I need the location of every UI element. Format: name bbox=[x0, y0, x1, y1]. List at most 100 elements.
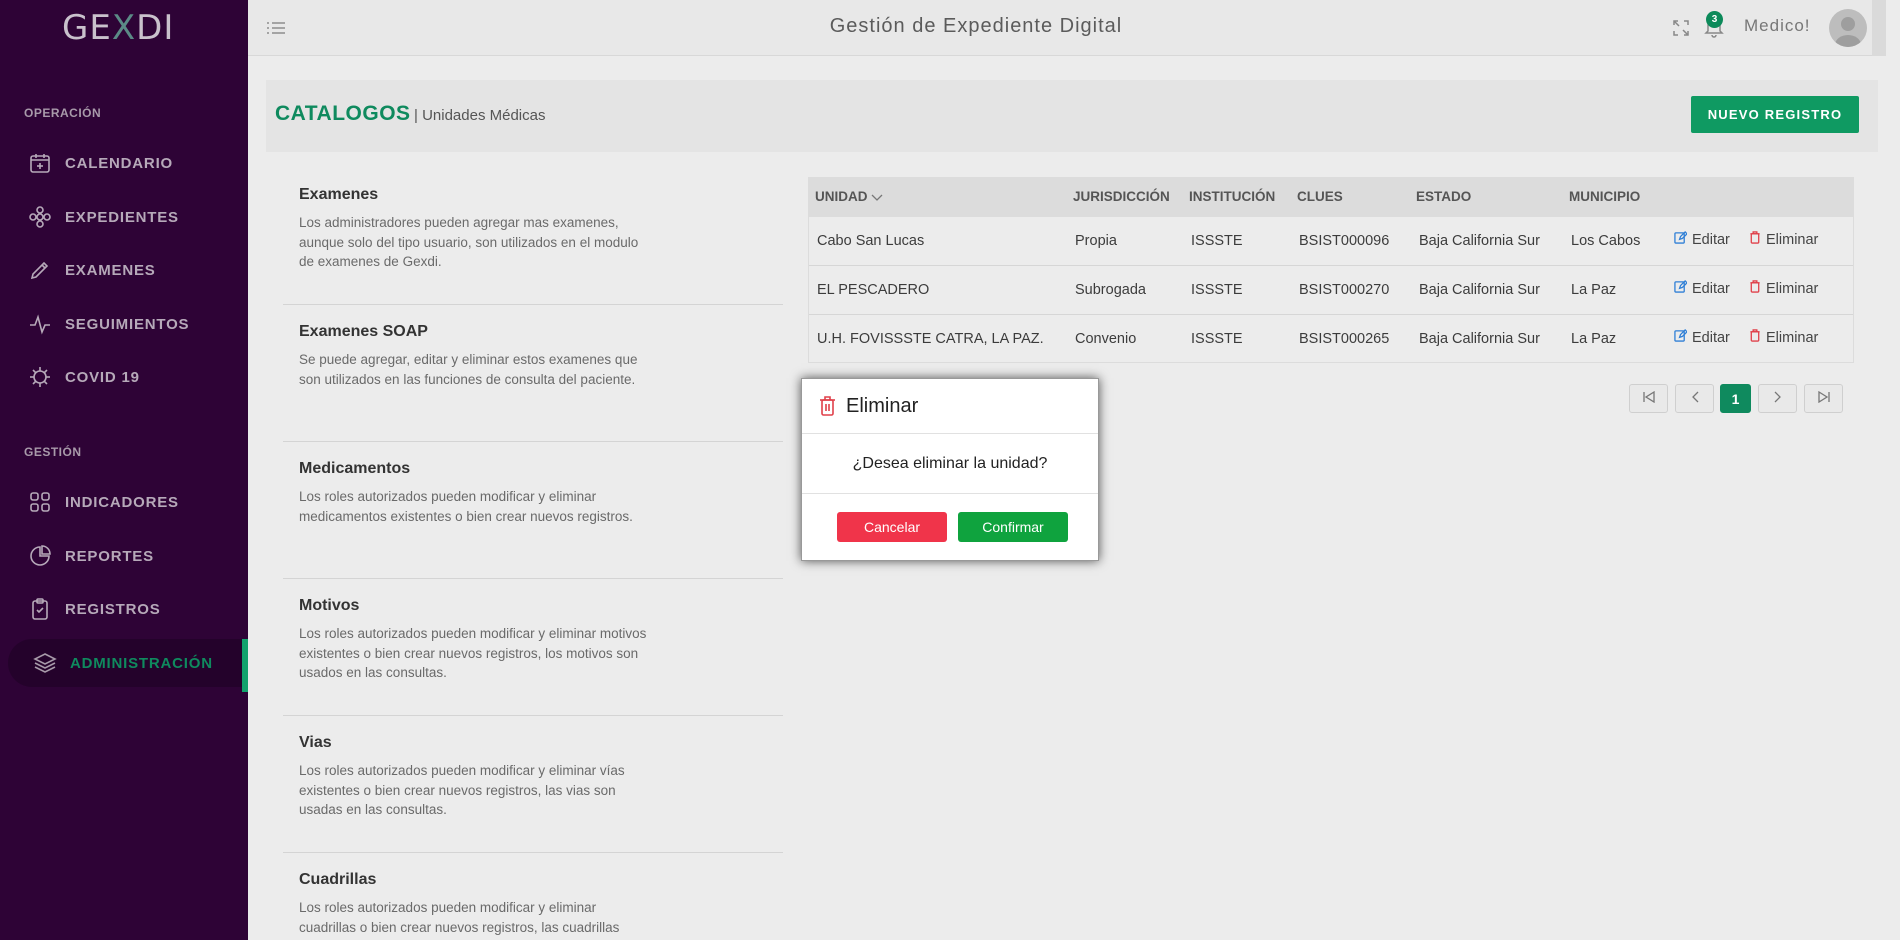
layers-icon bbox=[32, 650, 58, 676]
sidebar-item-calendario[interactable]: CALENDARIO bbox=[0, 139, 248, 187]
avatar[interactable] bbox=[1829, 9, 1867, 47]
top-bar: Gestión de Expediente Digital 3 Medico! bbox=[248, 0, 1886, 56]
confirm-button[interactable]: Confirmar bbox=[958, 512, 1068, 542]
catalog-item-description: Se puede agregar, editar y eliminar esto… bbox=[299, 352, 638, 387]
page-number-button[interactable]: 1 bbox=[1720, 384, 1751, 413]
catalog-item-medicamentos[interactable]: Medicamentos Los roles autorizados puede… bbox=[283, 460, 783, 579]
cell-estado: Baja California Sur bbox=[1419, 331, 1540, 347]
trash-icon bbox=[819, 396, 836, 421]
fullscreen-icon[interactable] bbox=[1672, 19, 1690, 42]
sidebar-item-administracion[interactable]: ADMINISTRACIÓN bbox=[8, 639, 248, 692]
sidebar-item-label: REGISTROS bbox=[65, 600, 161, 618]
sidebar-item-indicadores[interactable]: INDICADORES bbox=[0, 478, 248, 526]
catalog-item-title: Examenes bbox=[299, 186, 379, 203]
page-header: CATALOGOS | Unidades Médicas NUEVO REGIS… bbox=[266, 80, 1878, 152]
cell-unidad: Cabo San Lucas bbox=[817, 233, 925, 249]
cell-clues: BSIST000096 bbox=[1299, 233, 1390, 249]
units-table: UNIDAD JURISDICCIÓN INSTITUCIÓN CLUES ES… bbox=[808, 177, 1854, 363]
delete-button[interactable]: Eliminar bbox=[1749, 231, 1818, 248]
catalog-item-title: Cuadrillas bbox=[299, 871, 377, 888]
table-row: Cabo San Lucas Propia ISSSTE BSIST000096… bbox=[809, 217, 1853, 266]
new-record-button[interactable]: NUEVO REGISTRO bbox=[1691, 96, 1859, 133]
virus-icon bbox=[27, 364, 53, 390]
catalog-item-description: Los roles autorizados pueden modificar y… bbox=[299, 626, 647, 680]
column-header-municipio[interactable]: MUNICIPIO bbox=[1569, 189, 1640, 204]
edit-icon bbox=[1674, 329, 1688, 346]
dialog-title: Eliminar bbox=[846, 395, 919, 417]
edit-icon bbox=[1674, 280, 1688, 297]
sidebar-item-registros[interactable]: REGISTROS bbox=[0, 585, 248, 633]
sidebar-item-expedientes[interactable]: EXPEDIENTES bbox=[0, 193, 248, 241]
trash-icon bbox=[1749, 329, 1761, 346]
column-header-estado[interactable]: ESTADO bbox=[1416, 189, 1471, 204]
catalog-item-vias[interactable]: Vias Los roles autorizados pueden modifi… bbox=[283, 734, 783, 853]
catalog-item-description: Los administradores pueden agregar mas e… bbox=[299, 215, 639, 269]
catalog-item-motivos[interactable]: Motivos Los roles autorizados pueden mod… bbox=[283, 597, 783, 716]
cell-municipio: Los Cabos bbox=[1571, 233, 1641, 249]
cell-institucion: ISSSTE bbox=[1191, 282, 1243, 298]
edit-button[interactable]: Editar bbox=[1674, 231, 1730, 248]
pulse-icon bbox=[27, 311, 53, 337]
cell-institucion: ISSSTE bbox=[1191, 233, 1243, 249]
column-header-clues[interactable]: CLUES bbox=[1297, 189, 1343, 204]
sidebar-item-examenes[interactable]: EXAMENES bbox=[0, 246, 248, 294]
sidebar-item-label: COVID 19 bbox=[65, 368, 140, 386]
cell-estado: Baja California Sur bbox=[1419, 233, 1540, 249]
first-page-button[interactable] bbox=[1629, 384, 1668, 413]
table-header: UNIDAD JURISDICCIÓN INSTITUCIÓN CLUES ES… bbox=[809, 178, 1853, 217]
chevron-down-icon bbox=[871, 190, 883, 205]
sidebar: GEXDI OPERACIÓN CALENDARIO EXPEDIENTES E… bbox=[0, 0, 248, 940]
calendar-plus-icon bbox=[27, 150, 53, 176]
sidebar-item-seguimientos[interactable]: SEGUIMIENTOS bbox=[0, 300, 248, 348]
dialog-header: Eliminar bbox=[802, 379, 1098, 434]
sidebar-item-label: SEGUIMIENTOS bbox=[65, 315, 190, 333]
chevron-right-icon bbox=[1774, 390, 1782, 408]
cell-jurisdiccion: Propia bbox=[1075, 233, 1117, 249]
user-name[interactable]: Medico! bbox=[1744, 16, 1811, 36]
sidebar-item-label: EXPEDIENTES bbox=[65, 208, 179, 226]
column-header-unidad[interactable]: UNIDAD bbox=[815, 189, 883, 205]
catalog-item-title: Medicamentos bbox=[299, 460, 411, 477]
last-page-icon bbox=[1817, 390, 1831, 408]
cell-estado: Baja California Sur bbox=[1419, 282, 1540, 298]
catalog-item-title: Vias bbox=[299, 734, 332, 751]
catalog-item-description: Los roles autorizados pueden modificar y… bbox=[299, 900, 620, 935]
chevron-left-icon bbox=[1691, 390, 1699, 408]
cancel-button[interactable]: Cancelar bbox=[837, 512, 947, 542]
prev-page-button[interactable] bbox=[1675, 384, 1714, 413]
catalog-item-examenes-soap[interactable]: Examenes SOAP Se puede agregar, editar y… bbox=[283, 323, 783, 442]
cell-unidad: U.H. FOVISSSTE CATRA, LA PAZ. bbox=[817, 331, 1044, 347]
sidebar-item-reportes[interactable]: REPORTES bbox=[0, 532, 248, 580]
column-header-jurisdiccion[interactable]: JURISDICCIÓN bbox=[1073, 189, 1170, 204]
scrollbar[interactable] bbox=[1872, 0, 1886, 56]
delete-button[interactable]: Eliminar bbox=[1749, 329, 1818, 346]
delete-button[interactable]: Eliminar bbox=[1749, 280, 1818, 297]
grid-icon bbox=[27, 489, 53, 515]
table-row: EL PESCADERO Subrogada ISSSTE BSIST00027… bbox=[809, 266, 1853, 315]
section-label-management: GESTIÓN bbox=[24, 445, 82, 459]
page-subtitle: | Unidades Médicas bbox=[414, 107, 546, 124]
sidebar-item-label: REPORTES bbox=[65, 547, 154, 565]
edit-button[interactable]: Editar bbox=[1674, 280, 1730, 297]
next-page-button[interactable] bbox=[1758, 384, 1797, 413]
sidebar-item-label: EXAMENES bbox=[65, 261, 156, 279]
cell-jurisdiccion: Convenio bbox=[1075, 331, 1137, 347]
sidebar-item-covid[interactable]: COVID 19 bbox=[0, 353, 248, 401]
first-page-icon bbox=[1642, 390, 1656, 408]
catalog-item-cuadrillas[interactable]: Cuadrillas Los roles autorizados pueden … bbox=[283, 871, 783, 940]
sidebar-item-label: CALENDARIO bbox=[65, 154, 173, 172]
clipboard-check-icon bbox=[27, 596, 53, 622]
catalog-item-examenes[interactable]: Examenes Los administradores pueden agre… bbox=[283, 186, 783, 305]
catalog-item-title: Examenes SOAP bbox=[299, 323, 428, 340]
app-logo[interactable]: GEXDI bbox=[62, 8, 174, 48]
trash-icon bbox=[1749, 231, 1761, 248]
cell-institucion: ISSSTE bbox=[1191, 331, 1243, 347]
confirm-delete-dialog: Eliminar ¿Desea eliminar la unidad? Canc… bbox=[801, 378, 1099, 561]
column-header-institucion[interactable]: INSTITUCIÓN bbox=[1189, 189, 1275, 204]
sidebar-item-label: ADMINISTRACIÓN bbox=[70, 654, 213, 672]
cell-clues: BSIST000265 bbox=[1299, 331, 1390, 347]
edit-button[interactable]: Editar bbox=[1674, 329, 1730, 346]
notification-badge: 3 bbox=[1706, 11, 1723, 28]
last-page-button[interactable] bbox=[1804, 384, 1843, 413]
cell-clues: BSIST000270 bbox=[1299, 282, 1390, 298]
